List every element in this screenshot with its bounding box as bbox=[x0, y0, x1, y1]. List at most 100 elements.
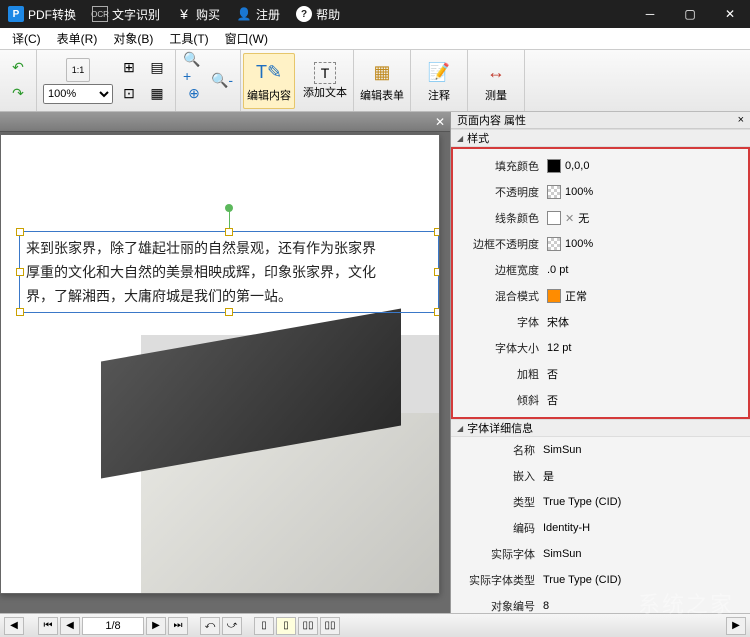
line-color-label: 线条颜色 bbox=[455, 210, 547, 226]
buy-button[interactable]: ¥ 购买 bbox=[168, 6, 228, 23]
resize-handle-ml[interactable] bbox=[16, 268, 24, 276]
blend-mode-swatch bbox=[547, 289, 561, 303]
obj-number-value: 8 bbox=[543, 600, 750, 612]
edit-content-button[interactable]: T✎ 编辑内容 bbox=[243, 53, 295, 109]
embed-label: 嵌入 bbox=[451, 468, 543, 484]
actual-font-value: SimSun bbox=[543, 548, 750, 560]
window-controls: ─ ▢ ✕ bbox=[630, 0, 750, 28]
border-opacity-value[interactable]: 100% bbox=[547, 237, 746, 251]
bold-value[interactable]: 否 bbox=[547, 366, 746, 382]
font-name-label: 名称 bbox=[451, 442, 543, 458]
add-text-button[interactable]: T 添加文本 bbox=[299, 53, 351, 109]
edit-form-button[interactable]: ▦ 编辑表单 bbox=[356, 53, 408, 109]
maximize-button[interactable]: ▢ bbox=[670, 0, 710, 28]
add-text-icon: T bbox=[314, 62, 336, 84]
document-page[interactable]: 来到张家界，除了雄起壮丽的自然景观，还有作为张家界 厚重的文化和大自然的美景相映… bbox=[0, 134, 440, 594]
type-value: True Type (CID) bbox=[543, 496, 750, 508]
help-label: 帮助 bbox=[316, 6, 340, 23]
page-indicator-input[interactable] bbox=[82, 617, 144, 635]
ocr-button[interactable]: OCR 文字识别 bbox=[84, 6, 168, 23]
view-continuous-button[interactable]: ▯ bbox=[276, 617, 296, 635]
menu-form[interactable]: 表单(R) bbox=[49, 30, 106, 47]
font-name-value: SimSun bbox=[543, 444, 750, 456]
zoom-in-button[interactable]: 🔍+ bbox=[182, 56, 206, 80]
embed-value: 是 bbox=[543, 468, 750, 484]
ocr-label: 文字识别 bbox=[112, 6, 160, 23]
fit-page-button[interactable]: 1:1 bbox=[66, 58, 90, 82]
canvas-area[interactable]: ✕ 来到张家界，除了雄起壮丽的自然景观，还有作为张家界 厚重的文化和大自然的美景… bbox=[0, 112, 450, 613]
view-facing-button[interactable]: ▯▯ bbox=[298, 617, 318, 635]
blend-mode-label: 混合模式 bbox=[455, 288, 547, 304]
zoom-fit-button[interactable]: ⊕ bbox=[182, 82, 206, 106]
view-single-button[interactable]: ▯ bbox=[254, 617, 274, 635]
zoom-tool1[interactable]: ⊞ bbox=[117, 56, 141, 80]
italic-label: 倾斜 bbox=[455, 392, 547, 408]
nav-fwd-button[interactable]: ⤻ bbox=[222, 617, 242, 635]
undo-button[interactable]: ↶ bbox=[6, 56, 30, 80]
form-icon: ▦ bbox=[368, 59, 396, 87]
actual-font-label: 实际字体 bbox=[451, 546, 543, 562]
resize-handle-tm[interactable] bbox=[225, 228, 233, 236]
line-color-swatch[interactable] bbox=[547, 211, 561, 225]
resize-handle-tl[interactable] bbox=[16, 228, 24, 236]
blend-mode-value[interactable]: 正常 bbox=[547, 288, 746, 304]
text-content[interactable]: 来到张家界，除了雄起壮丽的自然景观，还有作为张家界 厚重的文化和大自然的美景相映… bbox=[20, 232, 438, 312]
view-facing-cont-button[interactable]: ▯▯ bbox=[320, 617, 340, 635]
font-size-label: 字体大小 bbox=[455, 340, 547, 356]
pdf-convert-button[interactable]: P PDF转换 bbox=[0, 6, 84, 23]
resize-handle-bm[interactable] bbox=[225, 308, 233, 316]
zoom-out-button[interactable]: 🔍- bbox=[210, 69, 234, 93]
scroll-right-button[interactable]: ▶ bbox=[726, 617, 746, 635]
bold-label: 加粗 bbox=[455, 366, 547, 382]
panel-close-button[interactable]: × bbox=[738, 114, 744, 126]
fill-color-value[interactable]: 0,0,0 bbox=[547, 159, 746, 173]
last-page-button[interactable]: ⏭ bbox=[168, 617, 188, 635]
selected-text-box[interactable]: 来到张家界，除了雄起壮丽的自然景观，还有作为张家界 厚重的文化和大自然的美景相映… bbox=[19, 231, 439, 313]
zoom-tool4[interactable]: ▦ bbox=[145, 82, 169, 106]
italic-value[interactable]: 否 bbox=[547, 392, 746, 408]
resize-handle-mr[interactable] bbox=[434, 268, 440, 276]
panel-title: 页面内容 属性 bbox=[457, 112, 526, 128]
section-font-detail-header[interactable]: 字体详细信息 bbox=[451, 419, 750, 437]
measure-button[interactable]: ↔ 测量 bbox=[470, 53, 522, 109]
rotate-handle[interactable] bbox=[225, 204, 233, 212]
line-color-value[interactable]: ✕无 bbox=[547, 210, 746, 226]
fill-color-swatch[interactable] bbox=[547, 159, 561, 173]
zoom-tool3[interactable]: ▤ bbox=[145, 56, 169, 80]
section-style-header[interactable]: 样式 bbox=[451, 129, 750, 147]
help-icon: ? bbox=[296, 6, 312, 22]
font-label: 字体 bbox=[455, 314, 547, 330]
resize-handle-tr[interactable] bbox=[434, 228, 440, 236]
encoding-value: Identity-H bbox=[543, 522, 750, 534]
close-button[interactable]: ✕ bbox=[710, 0, 750, 28]
menu-tool[interactable]: 工具(T) bbox=[161, 30, 216, 47]
menu-interpret[interactable]: 译(C) bbox=[4, 30, 49, 47]
scroll-left-button[interactable]: ◀ bbox=[4, 617, 24, 635]
register-button[interactable]: 👤 注册 bbox=[228, 6, 288, 23]
edit-text-icon: T✎ bbox=[255, 59, 283, 87]
menu-object[interactable]: 对象(B) bbox=[105, 30, 161, 47]
first-page-button[interactable]: ⏮ bbox=[38, 617, 58, 635]
panel-title-bar: 页面内容 属性 × bbox=[451, 112, 750, 129]
border-width-label: 边框宽度 bbox=[455, 262, 547, 278]
zoom-tool2[interactable]: ⊡ bbox=[117, 82, 141, 106]
register-label: 注册 bbox=[256, 6, 280, 23]
help-button[interactable]: ? 帮助 bbox=[288, 6, 348, 23]
prev-page-button[interactable]: ◀ bbox=[60, 617, 80, 635]
annotate-button[interactable]: 📝 注释 bbox=[413, 53, 465, 109]
font-value[interactable]: 宋体 bbox=[547, 314, 746, 330]
font-size-value[interactable]: 12 pt bbox=[547, 342, 746, 354]
close-tab-button[interactable]: ✕ bbox=[430, 112, 450, 132]
nav-back-button[interactable]: ⤺ bbox=[200, 617, 220, 635]
menu-bar: 译(C) 表单(R) 对象(B) 工具(T) 窗口(W) bbox=[0, 28, 750, 50]
resize-handle-bl[interactable] bbox=[16, 308, 24, 316]
redo-button[interactable]: ↷ bbox=[6, 82, 30, 106]
zoom-select[interactable]: 100% bbox=[43, 84, 113, 104]
next-page-button[interactable]: ▶ bbox=[146, 617, 166, 635]
opacity-swatch bbox=[547, 185, 561, 199]
opacity-value[interactable]: 100% bbox=[547, 185, 746, 199]
minimize-button[interactable]: ─ bbox=[630, 0, 670, 28]
border-width-value[interactable]: .0 pt bbox=[547, 264, 746, 276]
menu-window[interactable]: 窗口(W) bbox=[217, 30, 276, 47]
resize-handle-br[interactable] bbox=[434, 308, 440, 316]
